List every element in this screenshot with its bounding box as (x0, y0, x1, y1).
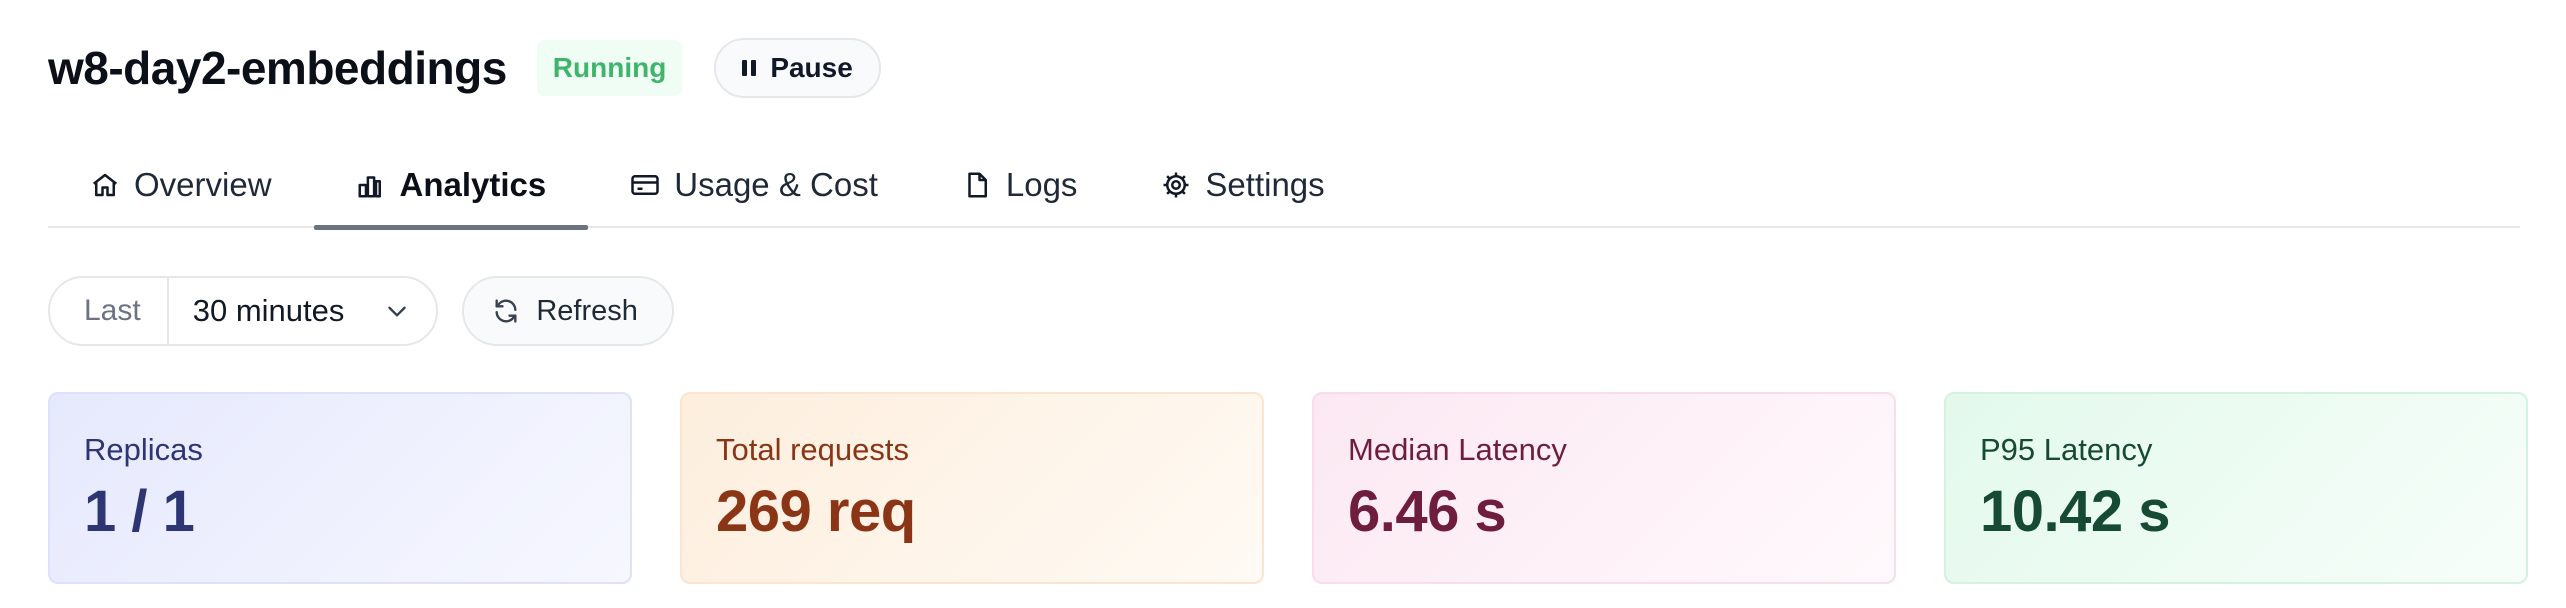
home-icon (92, 173, 118, 197)
total-requests-card: Total requests 269 req (680, 392, 1264, 584)
page-title: w8-day2-embeddings (48, 42, 507, 94)
metrics-cards: Replicas 1 / 1 Total requests 269 req Me… (48, 392, 2528, 584)
tab-label: Overview (134, 166, 272, 203)
refresh-button[interactable]: Refresh (462, 276, 674, 346)
pause-button-label: Pause (770, 52, 853, 83)
time-range-select[interactable]: 30 minutes (169, 278, 437, 344)
time-range-value: 30 minutes (192, 293, 345, 328)
metric-label: Total requests (716, 432, 909, 467)
file-icon (968, 172, 987, 198)
tab-label: Analytics (399, 166, 547, 203)
tab-label: Logs (1005, 166, 1078, 203)
gear-icon (1163, 172, 1189, 198)
metric-value: 6.46 s (1348, 479, 1507, 544)
metric-label: Median Latency (1348, 432, 1567, 467)
tab-analytics[interactable]: Analytics (313, 142, 589, 230)
refresh-button-label: Refresh (536, 294, 638, 327)
status-badge: Running (536, 40, 683, 96)
tab-bar: Overview Analytics Usage & Cost Logs Set… (48, 142, 2520, 230)
tab-overview[interactable]: Overview (48, 142, 314, 228)
replicas-card: Replicas 1 / 1 (48, 392, 632, 584)
tab-label: Settings (1205, 166, 1325, 203)
bar-chart-icon (358, 176, 381, 198)
p95-latency-card: P95 Latency 10.42 s (1944, 392, 2528, 584)
tab-label: Usage & Cost (674, 166, 878, 203)
time-range-selector[interactable]: Last 30 minutes (48, 276, 439, 346)
metric-label: Replicas (84, 432, 203, 467)
chevron-down-icon (388, 306, 407, 317)
credit-card-icon (631, 175, 660, 195)
tab-settings[interactable]: Settings (1119, 142, 1366, 228)
toolbar: Last 30 minutes Refresh (48, 276, 674, 346)
median-latency-card: Median Latency 6.46 s (1312, 392, 1896, 584)
pause-button[interactable]: Pause (714, 38, 881, 98)
metric-value: 10.42 s (1980, 479, 2171, 544)
metric-value: 1 / 1 (84, 479, 195, 544)
metric-value: 269 req (716, 479, 916, 544)
tab-logs[interactable]: Logs (920, 142, 1120, 228)
metric-label: P95 Latency (1980, 432, 2153, 467)
page-header: w8-day2-embeddings Running Pause (48, 36, 881, 100)
tab-usage-cost[interactable]: Usage & Cost (588, 142, 920, 228)
refresh-icon (495, 299, 517, 323)
time-range-label: Last (50, 278, 169, 344)
pause-icon (742, 60, 757, 76)
